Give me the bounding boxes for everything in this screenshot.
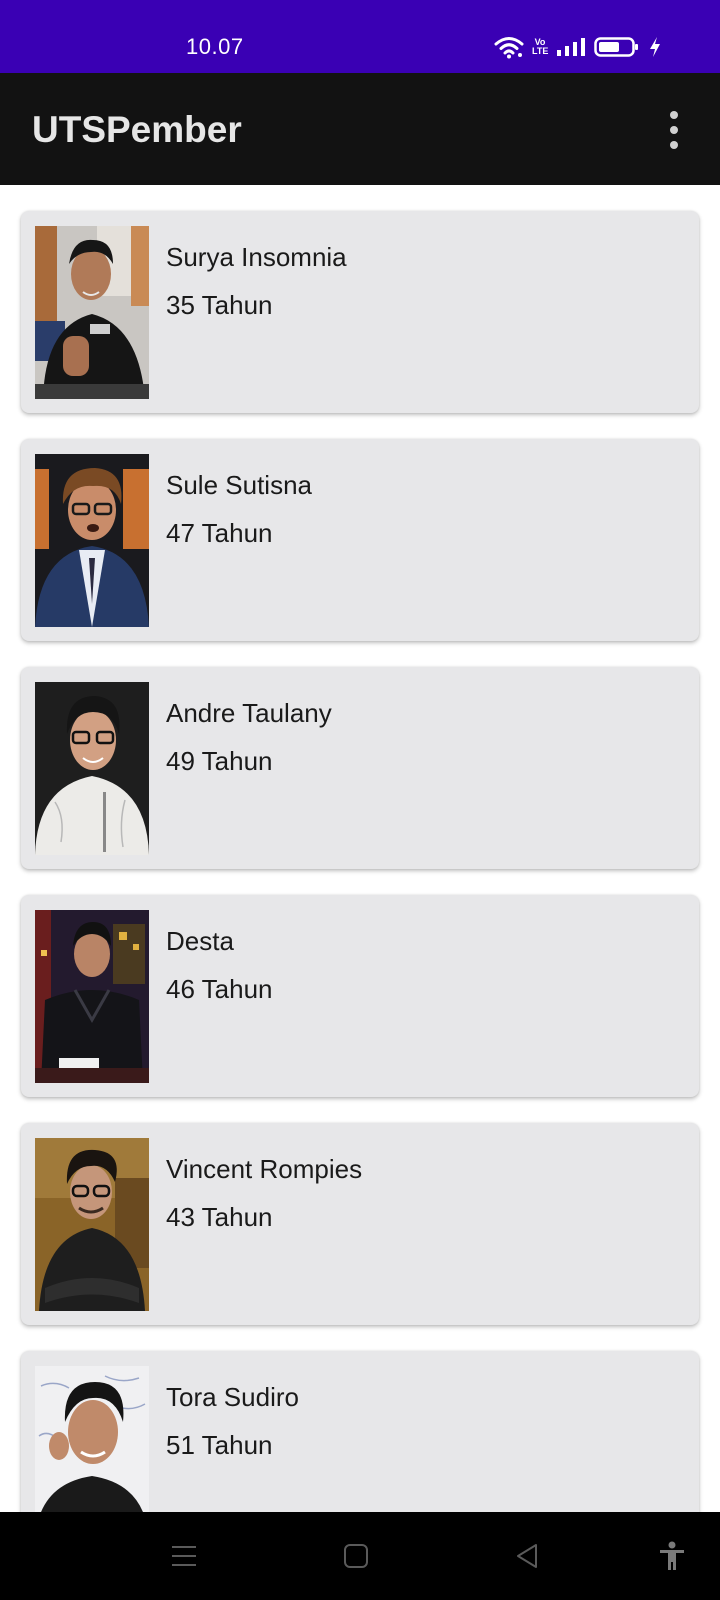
signal-icon bbox=[556, 37, 586, 57]
avatar bbox=[35, 226, 149, 399]
people-list[interactable]: Surya Insomnia 35 Tahun Sule Sutisna 47 … bbox=[0, 185, 720, 1512]
person-age: 35 Tahun bbox=[166, 290, 273, 320]
avatar bbox=[35, 454, 149, 627]
person-name: Desta bbox=[166, 926, 234, 956]
list-item[interactable]: Tora Sudiro 51 Tahun bbox=[21, 1351, 699, 1512]
avatar bbox=[35, 1138, 149, 1311]
status-icons: Vo LTE bbox=[494, 34, 662, 60]
wifi-icon bbox=[494, 35, 524, 59]
list-item[interactable]: Andre Taulany 49 Tahun bbox=[21, 667, 699, 869]
list-item[interactable]: Surya Insomnia 35 Tahun bbox=[21, 211, 699, 413]
status-bar: 10.07 Vo LTE bbox=[0, 0, 720, 73]
person-name: Surya Insomnia bbox=[166, 242, 347, 272]
battery-icon bbox=[594, 36, 640, 58]
person-name: Sule Sutisna bbox=[166, 470, 312, 500]
list-item[interactable]: Sule Sutisna 47 Tahun bbox=[21, 439, 699, 641]
person-name: Andre Taulany bbox=[166, 698, 332, 728]
list-item[interactable]: Vincent Rompies 43 Tahun bbox=[21, 1123, 699, 1325]
home-square-icon[interactable] bbox=[340, 1540, 372, 1572]
volte-bottom-label: LTE bbox=[532, 46, 549, 56]
list-item[interactable]: Desta 46 Tahun bbox=[21, 895, 699, 1097]
navigation-bar bbox=[0, 1512, 720, 1600]
back-triangle-icon[interactable] bbox=[512, 1540, 544, 1572]
avatar bbox=[35, 682, 149, 855]
accessibility-icon[interactable] bbox=[656, 1540, 688, 1572]
person-age: 46 Tahun bbox=[166, 974, 273, 1004]
person-name: Vincent Rompies bbox=[166, 1154, 363, 1184]
person-age: 49 Tahun bbox=[166, 746, 273, 776]
avatar bbox=[35, 910, 149, 1083]
app-title: UTSPember bbox=[32, 109, 242, 150]
menu-icon[interactable] bbox=[168, 1540, 200, 1572]
status-time: 10.07 bbox=[186, 34, 244, 59]
person-age: 43 Tahun bbox=[166, 1202, 273, 1232]
volte-icon: Vo LTE bbox=[532, 38, 548, 56]
person-age: 47 Tahun bbox=[166, 518, 273, 548]
app-bar: UTSPember bbox=[0, 73, 720, 185]
avatar bbox=[35, 1366, 149, 1512]
person-name: Tora Sudiro bbox=[166, 1382, 299, 1412]
charging-icon bbox=[648, 36, 662, 58]
more-vert-icon[interactable] bbox=[668, 111, 680, 149]
person-age: 51 Tahun bbox=[166, 1430, 273, 1460]
